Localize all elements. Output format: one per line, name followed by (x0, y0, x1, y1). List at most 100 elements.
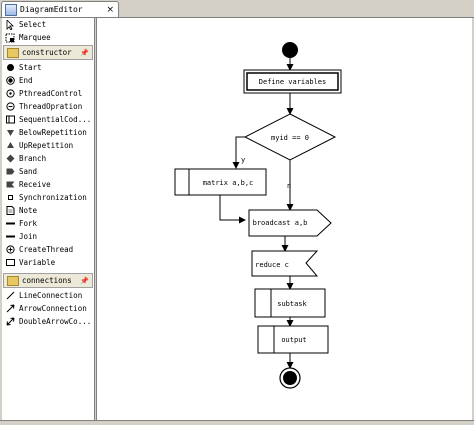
folder-icon (7, 47, 19, 58)
palette-item-below-repetition[interactable]: BelowRepetition (2, 126, 94, 139)
arrow-cursor-icon (5, 19, 15, 30)
palette-item-label: Variable (19, 258, 56, 267)
drawer-label: connections (22, 276, 72, 285)
palette-item-label: Synchronization (19, 193, 87, 202)
palette-item-label: LineConnection (19, 291, 83, 300)
synchronization-icon (5, 193, 15, 203)
palette-item-label: ThreadOpration (19, 102, 83, 111)
define-variables-node[interactable]: Define variables (243, 69, 342, 94)
marquee-icon (5, 33, 15, 43)
receive-icon (5, 180, 15, 190)
decision-node[interactable]: myid == 0 (243, 113, 337, 161)
define-variables-label: Define variables (259, 78, 326, 86)
reduce-node[interactable]: reduce c (251, 250, 319, 277)
double-arrow-connection-icon (5, 317, 15, 327)
pin-icon[interactable]: 📌 (80, 49, 89, 57)
pin-icon[interactable]: 📌 (80, 277, 89, 285)
palette-tool-label: Marquee (19, 33, 51, 42)
start-node-icon (5, 63, 15, 73)
folder-icon (7, 275, 19, 286)
note-icon (5, 206, 15, 216)
below-repetition-icon (5, 128, 15, 138)
palette-item-arrow-connection[interactable]: ArrowConnection (2, 302, 94, 315)
broadcast-node[interactable]: broadcast a,b (248, 209, 332, 237)
line-connection-icon (5, 291, 15, 301)
connection[interactable] (219, 195, 246, 224)
palette-item-double-arrow-connection[interactable]: DoubleArrowCo... (2, 315, 94, 328)
palette-item-label: UpRepetition (19, 141, 74, 150)
palette-item-receive[interactable]: Receive (2, 178, 94, 191)
palette-tool-label: Select (19, 20, 47, 29)
palette-item-label: ArrowConnection (19, 304, 87, 313)
palette-item-label: DoubleArrowCo... (19, 317, 92, 326)
variable-icon (5, 258, 15, 268)
palette-item-branch[interactable]: Branch (2, 152, 94, 165)
palette-item-label: Sand (19, 167, 38, 176)
broadcast-label: broadcast a,b (253, 219, 308, 227)
palette-item-start[interactable]: Start (2, 61, 94, 74)
drawer-constructor[interactable]: constructor 📌 (3, 45, 93, 60)
palette-item-end[interactable]: End (2, 74, 94, 87)
palette-item-variable[interactable]: Variable (2, 256, 94, 269)
diagram-canvas[interactable]: Define variables myid == 0 y matrix a,b,… (96, 18, 472, 420)
subtask-node[interactable]: subtask (254, 288, 326, 318)
tab-diagram-editor[interactable]: DiagramEditor × (1, 1, 119, 17)
palette-item-label: End (19, 76, 33, 85)
start-node[interactable] (282, 42, 298, 58)
palette-item-send[interactable]: Sand (2, 165, 94, 178)
palette-item-join[interactable]: Join (2, 230, 94, 243)
matrix-node[interactable]: matrix a,b,c (174, 168, 267, 196)
send-icon (5, 167, 15, 177)
tab-title: DiagramEditor (20, 5, 83, 14)
end-node[interactable] (279, 367, 301, 389)
palette-item-label: BelowRepetition (19, 128, 87, 137)
palette: Select Marquee constructor 📌 Start End P… (2, 18, 95, 420)
branch-yes-label: y (241, 156, 245, 164)
palette-tool-marquee[interactable]: Marquee (2, 31, 94, 44)
pthread-control-icon (5, 89, 15, 99)
join-icon (5, 232, 15, 242)
palette-tool-select[interactable]: Select (2, 18, 94, 31)
sequential-code-icon (5, 115, 15, 125)
palette-item-create-thread[interactable]: CreateThread (2, 243, 94, 256)
close-icon[interactable]: × (106, 5, 114, 15)
palette-item-synchronization[interactable]: Synchronization (2, 191, 94, 204)
output-label: output (281, 336, 306, 344)
flowchart: Define variables myid == 0 y matrix a,b,… (174, 42, 342, 389)
drawer-label: constructor (22, 48, 72, 57)
reduce-label: reduce c (255, 261, 289, 269)
palette-item-label: CreateThread (19, 245, 74, 254)
output-node[interactable]: output (257, 325, 329, 354)
create-thread-icon (5, 245, 15, 255)
branch-icon (5, 154, 15, 164)
palette-item-label: Note (19, 206, 38, 215)
palette-item-pthread-control[interactable]: PthreadControl (2, 87, 94, 100)
branch-no-label: n (287, 182, 291, 190)
diagram-file-icon (5, 3, 17, 16)
fork-icon (5, 219, 15, 229)
thread-operation-icon (5, 102, 15, 112)
diagram-editor-window: DiagramEditor × Select Marquee construct… (0, 0, 474, 425)
palette-item-label: Receive (19, 180, 51, 189)
decision-label: myid == 0 (271, 134, 309, 142)
palette-item-fork[interactable]: Fork (2, 217, 94, 230)
palette-item-sequential-code[interactable]: SequentialCod... (2, 113, 94, 126)
palette-item-thread-operation[interactable]: ThreadOpration (2, 100, 94, 113)
arrow-connection-icon (5, 304, 15, 314)
editor-tab-bar: DiagramEditor × (0, 0, 474, 18)
palette-item-label: Fork (19, 219, 38, 228)
palette-item-label: PthreadControl (19, 89, 83, 98)
palette-item-label: Join (19, 232, 38, 241)
palette-item-label: SequentialCod... (19, 115, 92, 124)
matrix-label: matrix a,b,c (203, 179, 254, 187)
up-repetition-icon (5, 141, 15, 151)
drawer-connections[interactable]: connections 📌 (3, 273, 93, 288)
palette-item-up-repetition[interactable]: UpRepetition (2, 139, 94, 152)
palette-item-label: Start (19, 63, 42, 72)
palette-item-note[interactable]: Note (2, 204, 94, 217)
subtask-label: subtask (277, 300, 307, 308)
palette-item-label: Branch (19, 154, 47, 163)
end-node-icon (5, 76, 15, 86)
palette-item-line-connection[interactable]: LineConnection (2, 289, 94, 302)
window-bottom-edge (0, 420, 474, 425)
